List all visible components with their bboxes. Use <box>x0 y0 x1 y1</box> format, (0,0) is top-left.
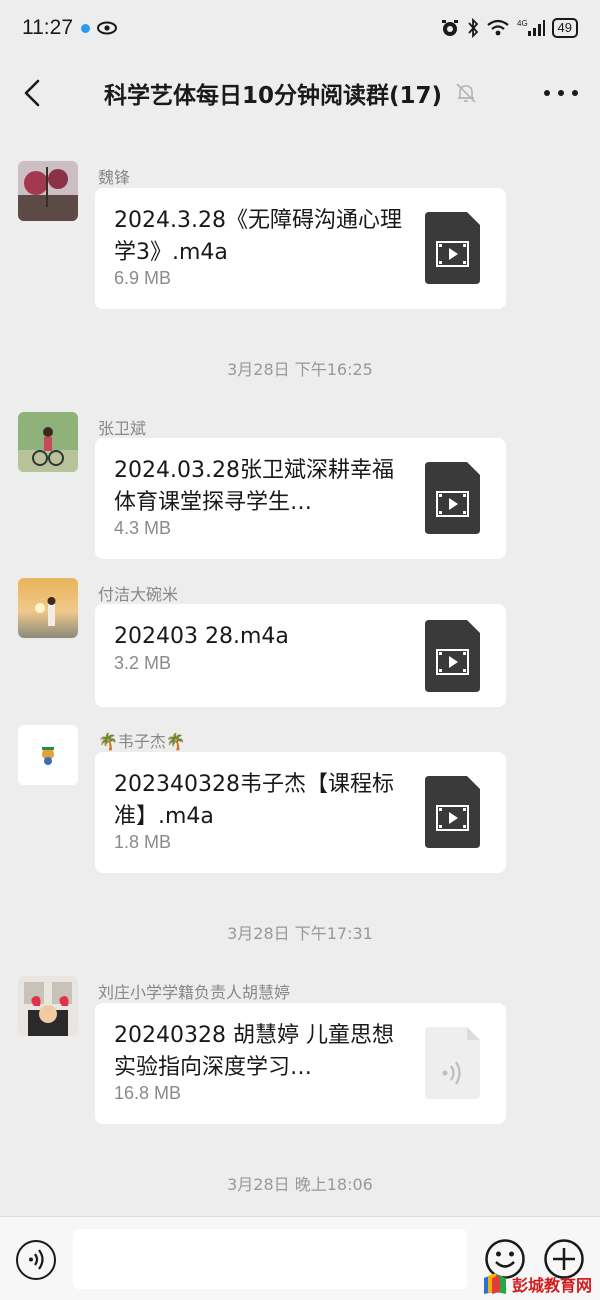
muted-bell-icon <box>456 83 476 103</box>
watermark-text: 彭城教育网 <box>512 1276 593 1295</box>
video-file-icon <box>425 620 480 692</box>
books-logo-icon <box>484 1273 506 1294</box>
avatar[interactable] <box>18 976 78 1036</box>
file-message-card[interactable]: 20240328 胡慧婷 儿童思想实验指向深度学习… 16.8 MB <box>95 1003 506 1124</box>
avatar[interactable] <box>18 412 78 472</box>
file-size: 3.2 MB <box>114 653 172 673</box>
file-size: 1.8 MB <box>114 832 172 852</box>
video-file-icon <box>425 462 480 534</box>
avatar[interactable] <box>18 578 78 638</box>
file-name: 2024.3.28《无障碍沟通心理学3》.m4a <box>114 208 402 265</box>
battery-indicator: 49 <box>551 18 578 38</box>
voice-input-button[interactable] <box>16 1240 56 1280</box>
status-bar: 11:27 4G 49 <box>0 0 600 56</box>
timestamp: 3月28日 下午16:25 <box>227 360 373 379</box>
file-message-card[interactable]: 202403 28.m4a 3.2 MB <box>95 604 506 707</box>
more-options-button[interactable] <box>544 78 578 108</box>
chat-header: 科学艺体每日10分钟阅读群(17) <box>0 56 600 130</box>
sender-name: 刘庄小学学籍负责人胡慧婷 <box>98 983 291 1002</box>
back-button[interactable] <box>0 56 64 130</box>
alarm-icon <box>441 20 458 36</box>
more-dot <box>558 90 564 96</box>
timestamp: 3月28日 下午17:31 <box>227 924 373 943</box>
message-input[interactable] <box>73 1229 467 1289</box>
status-icons: 4G 49 <box>440 18 578 38</box>
more-dot <box>572 90 578 96</box>
notification-dot-icon <box>81 23 90 33</box>
video-file-icon <box>425 776 480 848</box>
sender-name: 魏锋 <box>98 168 131 187</box>
file-name: 202403 28.m4a <box>114 624 289 649</box>
file-name: 202340328韦子杰【课程标准】.m4a <box>114 772 394 829</box>
file-size: 4.3 MB <box>114 518 172 538</box>
avatar[interactable] <box>18 725 78 785</box>
back-chevron-icon <box>24 79 40 107</box>
audio-file-icon <box>425 1027 480 1099</box>
video-file-icon <box>425 212 480 284</box>
signal-icon: 4G <box>517 19 545 36</box>
voice-input-icon <box>29 1249 44 1270</box>
file-message-card[interactable]: 2024.03.28张卫斌深耕幸福体育课堂探寻学生… 4.3 MB <box>95 438 506 559</box>
avatar[interactable] <box>18 161 78 221</box>
sender-name: 付洁大碗米 <box>98 585 179 604</box>
chat-title: 科学艺体每日10分钟阅读群(17) <box>104 83 443 109</box>
file-name: 20240328 胡慧婷 儿童思想实验指向深度学习… <box>114 1023 394 1080</box>
watermark: 彭城教育网 <box>482 1270 600 1298</box>
wifi-icon <box>486 19 509 36</box>
file-size: 16.8 MB <box>114 1083 182 1103</box>
file-name: 2024.03.28张卫斌深耕幸福体育课堂探寻学生… <box>114 458 394 515</box>
sender-name: 🌴韦子杰🌴 <box>98 732 186 751</box>
bluetooth-icon <box>467 18 478 38</box>
file-size: 6.9 MB <box>114 268 172 288</box>
eye-icon <box>97 21 117 35</box>
timestamp: 3月28日 晚上18:06 <box>227 1175 373 1194</box>
sender-name: 张卫斌 <box>98 419 147 438</box>
network-label: 4G <box>517 19 528 28</box>
file-message-card[interactable]: 202340328韦子杰【课程标准】.m4a 1.8 MB <box>95 752 506 873</box>
file-message-card[interactable]: 2024.3.28《无障碍沟通心理学3》.m4a 6.9 MB <box>95 188 506 309</box>
status-time: 11:27 <box>22 16 73 39</box>
more-dot <box>544 90 550 96</box>
